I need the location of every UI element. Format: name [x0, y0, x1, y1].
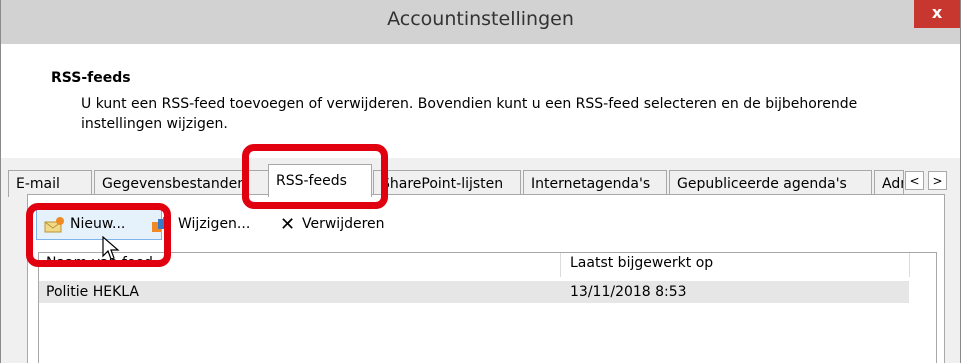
tab-published-calendars[interactable]: Gepubliceerde agenda's [669, 170, 872, 197]
tab-rss-feeds[interactable]: RSS-feeds [268, 164, 372, 197]
tab-label: Gegevensbestanden [102, 176, 247, 192]
section-description: U kunt een RSS-feed toevoegen of verwijd… [81, 96, 858, 132]
header-section: RSS-feeds U kunt een RSS-feed toevoegen … [1, 44, 960, 158]
tab-email[interactable]: E-mail [8, 170, 92, 197]
tab-label: Adresboeken [882, 176, 903, 192]
feed-updated-cell: 13/11/2018 8:53 [570, 284, 687, 300]
tab-internet-calendars[interactable]: Internetagenda's [523, 170, 667, 197]
new-button-label: Nieuw... [70, 216, 126, 232]
delete-button[interactable]: Verwijderen [302, 216, 385, 232]
tab-label: E-mail [16, 176, 60, 192]
tab-label: Gepubliceerde agenda's [677, 176, 847, 192]
column-separator [909, 253, 910, 277]
tab-label: Internetagenda's [531, 176, 651, 192]
table-row[interactable] [39, 281, 909, 303]
mouse-cursor-icon [102, 235, 120, 266]
feed-name-cell: Politie HEKLA [46, 284, 139, 300]
close-button[interactable]: x [914, 0, 960, 28]
window-title: Accountinstellingen [387, 8, 574, 30]
edit-button[interactable]: Wijzigen... [178, 216, 250, 232]
tab-data-files[interactable]: Gegevensbestanden [94, 170, 269, 197]
tab-address-books[interactable]: Adresboeken [874, 170, 904, 197]
rss-new-icon [44, 216, 64, 233]
feed-list[interactable] [38, 252, 937, 363]
column-separator [560, 253, 561, 277]
column-header-name[interactable]: Naam van feed [46, 255, 153, 271]
section-title: RSS-feeds [51, 70, 131, 86]
tab-label: RSS-feeds [276, 173, 347, 189]
delete-icon: ✕ [280, 214, 296, 235]
tab-scroll-left-button[interactable]: < [905, 171, 924, 190]
edit-icon [150, 216, 170, 234]
column-header-updated[interactable]: Laatst bijgewerkt op [570, 255, 713, 271]
tab-scroll-right-button[interactable]: > [928, 171, 947, 190]
tab-sharepoint-lists[interactable]: SharePoint-lijsten [373, 170, 521, 197]
tab-label: SharePoint-lijsten [381, 176, 504, 192]
title-bar[interactable]: Accountinstellingen x [1, 0, 960, 44]
